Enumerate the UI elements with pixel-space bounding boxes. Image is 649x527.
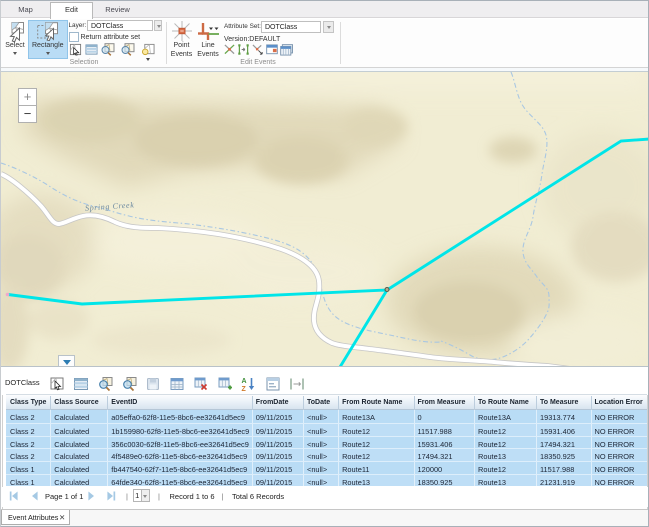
- svg-text:Z: Z: [242, 386, 247, 392]
- svg-text:A: A: [242, 378, 247, 385]
